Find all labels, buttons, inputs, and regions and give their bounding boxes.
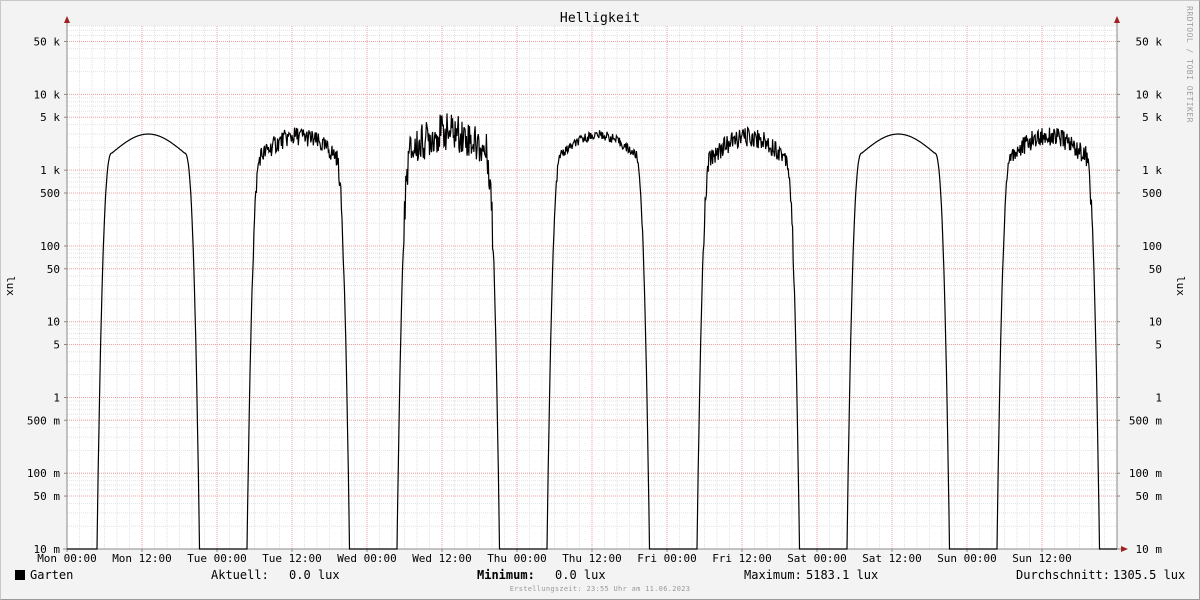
y-tick-label-right: 5	[1155, 339, 1162, 352]
y-tick-label-left: 50 m	[34, 490, 61, 503]
legend-swatch	[15, 570, 25, 580]
plot-area: 10 m 10 m50 m 50 m100 m 100 m500 m 500 m1 15 5…	[27, 16, 1163, 565]
x-tick-label: Mon 00:00	[37, 552, 97, 565]
legend-current-value: 0.0 lux	[289, 568, 340, 582]
legend-min-value: 0.0 lux	[555, 568, 606, 582]
x-tick-label: Mon 12:00	[112, 552, 172, 565]
x-axis-arrow	[1121, 546, 1128, 552]
y-tick-label-right: 1	[1155, 391, 1162, 404]
x-tick-label: Thu 12:00	[562, 552, 622, 565]
y-tick-label-right: 50 k	[1136, 35, 1163, 48]
y-tick-label-left: 500	[40, 187, 60, 200]
x-tick-label: Sat 00:00	[787, 552, 847, 565]
y-tick-label-left: 50 k	[34, 35, 61, 48]
legend-series-label: Garten	[30, 568, 74, 582]
y-tick-label-left: 5	[53, 339, 60, 352]
x-tick-label: Sat 12:00	[862, 552, 922, 565]
x-tick-label: Wed 12:00	[412, 552, 472, 565]
y-tick-label-right: 500	[1142, 187, 1162, 200]
y-tick-label-right: 1 k	[1142, 164, 1162, 177]
legend-max-label: Maximum:	[744, 568, 802, 582]
x-tick-label: Wed 00:00	[337, 552, 397, 565]
y-tick-label-left: 50	[47, 263, 60, 276]
y-tick-label-right: 10	[1149, 316, 1162, 329]
y-tick-label-right: 10 m	[1136, 543, 1163, 556]
y-tick-label-right: 10 k	[1136, 88, 1163, 101]
y-axis-arrow-right	[1114, 16, 1120, 23]
y-tick-label-left: 1	[53, 391, 60, 404]
x-tick-label: Fri 00:00	[637, 552, 697, 565]
x-tick-label: Sun 12:00	[1012, 552, 1072, 565]
legend-max-value: 5183.1 lux	[806, 568, 879, 582]
x-tick-label: Tue 12:00	[262, 552, 322, 565]
y-tick-label-left: 100 m	[27, 467, 60, 480]
y-tick-label-right: 100 m	[1129, 467, 1162, 480]
y-tick-label-left: 1 k	[40, 164, 60, 177]
y-tick-label-right: 500 m	[1129, 414, 1162, 427]
y-tick-label-right: 100	[1142, 240, 1162, 253]
legend-avg-value: 1305.5 lux	[1113, 568, 1186, 582]
legend: Garten Aktuell: 0.0 lux Minimum: 0.0 lux…	[0, 568, 1200, 584]
legend-min-label: Minimum:	[477, 568, 535, 582]
y-tick-label-left: 10	[47, 316, 60, 329]
x-tick-label: Thu 00:00	[487, 552, 547, 565]
y-tick-label-right: 50	[1149, 263, 1162, 276]
x-tick-label: Fri 12:00	[712, 552, 772, 565]
x-tick-label: Sun 00:00	[937, 552, 997, 565]
y-tick-label-right: 5 k	[1142, 111, 1162, 124]
legend-avg-label: Durchschnitt:	[1016, 568, 1110, 582]
y-tick-label-left: 100	[40, 240, 60, 253]
y-axis-arrow-left	[64, 16, 70, 23]
legend-current-label: Aktuell:	[211, 568, 269, 582]
creation-timestamp: Erstellungszeit: 23:55 Uhr am 11.06.2023	[509, 585, 691, 593]
y-tick-label-left: 5 k	[40, 111, 60, 124]
y-tick-label-right: 50 m	[1136, 490, 1163, 503]
y-tick-label-left: 10 k	[34, 88, 61, 101]
x-tick-label: Tue 00:00	[187, 552, 247, 565]
y-tick-label-left: 500 m	[27, 414, 60, 427]
